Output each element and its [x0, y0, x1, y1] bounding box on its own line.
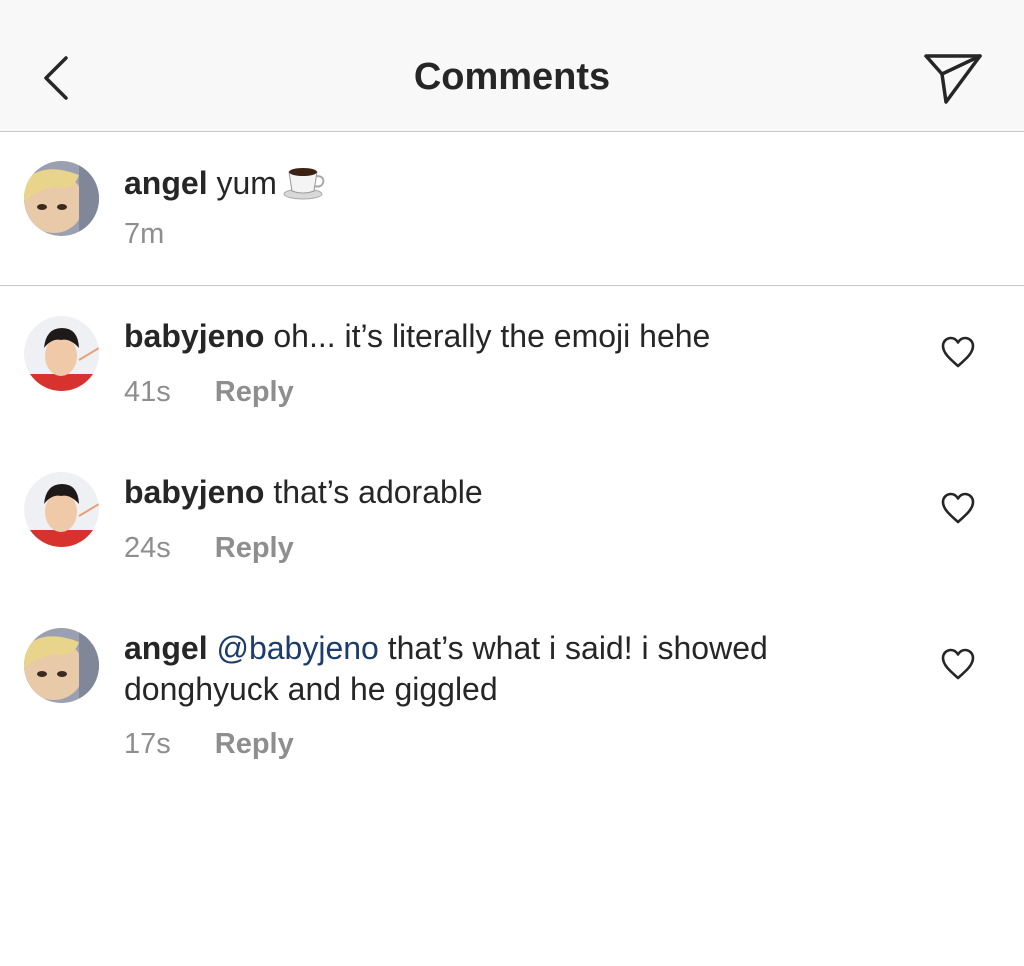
avatar-babyjeno[interactable]: [24, 472, 99, 547]
comment-timestamp: 24s: [124, 532, 171, 564]
comment-username[interactable]: angel: [124, 630, 208, 666]
reply-button[interactable]: Reply: [215, 532, 294, 564]
comment-meta: 24s Reply: [124, 532, 294, 565]
share-button[interactable]: [922, 50, 984, 106]
comment-username[interactable]: babyjeno: [124, 474, 264, 510]
comment-text: babyjeno that’s adorable: [124, 472, 483, 513]
caption-timestamp: 7m: [124, 218, 165, 250]
comment-body-line2: donghyuck and he giggled: [124, 671, 498, 707]
post-caption: angel yum 7m: [0, 133, 1024, 286]
comment-item: babyjeno that’s adorable 24s Reply: [0, 442, 1024, 598]
heart-icon: [941, 648, 975, 680]
comments-header: Comments: [0, 0, 1024, 132]
reply-button[interactable]: Reply: [215, 728, 294, 760]
comment-timestamp: 17s: [124, 728, 171, 760]
avatar-babyjeno[interactable]: [24, 316, 99, 391]
caption-text: angel yum: [124, 163, 327, 210]
like-button[interactable]: [940, 647, 976, 681]
comment-body: oh... it’s literally the emoji hehe: [273, 318, 711, 354]
comment-body-line1: that’s what i said! i showed: [387, 630, 768, 666]
avatar-angel[interactable]: [24, 161, 99, 236]
comment-item: angel @babyjeno that’s what i said! i sh…: [0, 598, 1024, 798]
coffee-cup-emoji: [283, 164, 327, 210]
comment-timestamp: 41s: [124, 376, 171, 408]
comment-item: babyjeno oh... it’s literally the emoji …: [0, 286, 1024, 442]
avatar-angel[interactable]: [24, 628, 99, 703]
heart-icon: [941, 492, 975, 524]
reply-button[interactable]: Reply: [215, 376, 294, 408]
like-button[interactable]: [940, 491, 976, 525]
comment-text: angel @babyjeno that’s what i said! i sh…: [124, 628, 768, 669]
mention-link[interactable]: @babyjeno: [216, 630, 378, 666]
caption-body: yum: [216, 165, 277, 201]
comment-meta: 41s Reply: [124, 376, 294, 409]
comment-body: that’s adorable: [273, 474, 483, 510]
like-button[interactable]: [940, 335, 976, 369]
comment-text: babyjeno oh... it’s literally the emoji …: [124, 316, 710, 357]
comment-meta: 17s Reply: [124, 728, 294, 761]
paper-plane-icon: [924, 54, 982, 104]
page-title: Comments: [413, 56, 611, 98]
caption-username[interactable]: angel: [124, 165, 208, 201]
heart-icon: [941, 336, 975, 368]
comment-username[interactable]: babyjeno: [124, 318, 264, 354]
